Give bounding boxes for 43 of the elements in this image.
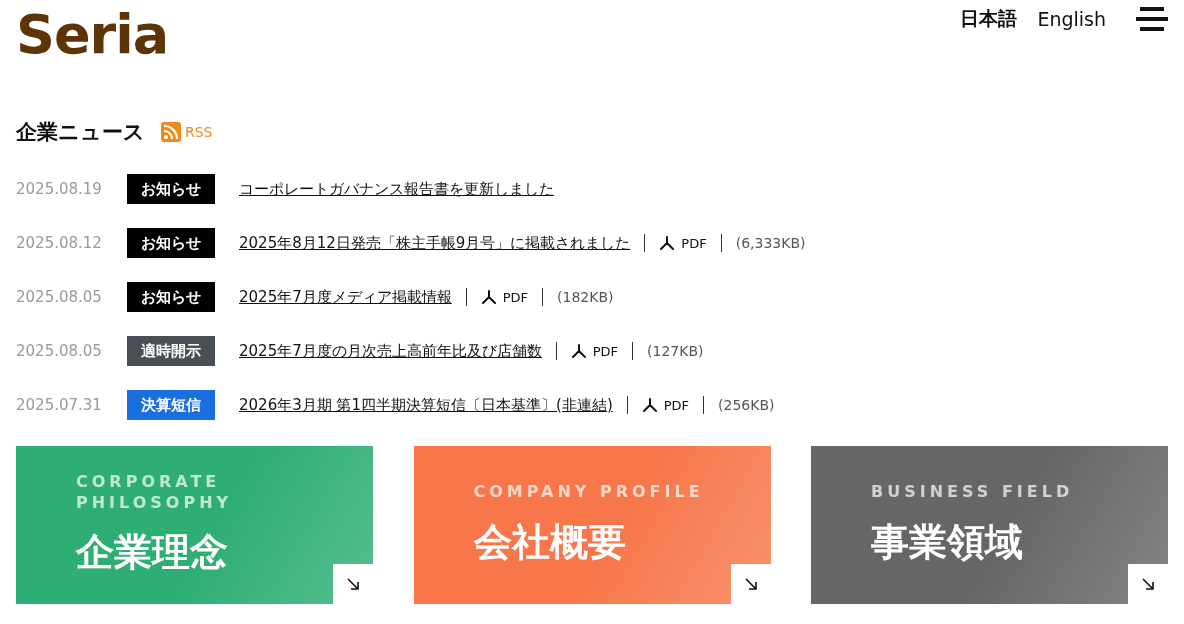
section-card[interactable]: BUSINESS FIELD 事業領域 (811, 446, 1168, 604)
pdf-icon (641, 397, 658, 413)
category-tag: お知らせ (127, 228, 215, 258)
category-tag: 決算短信 (127, 390, 215, 420)
news-link[interactable]: 2026年3月期 第1四半期決算短信〔日本基準〕(非連結) (239, 395, 613, 415)
category-tag: 適時開示 (127, 336, 215, 366)
card-title: 事業領域 (871, 518, 1024, 566)
pdf-link[interactable]: PDF (659, 235, 707, 251)
rss-icon (161, 122, 181, 142)
pdf-icon (480, 289, 497, 305)
card-title: 会社概要 (473, 518, 627, 566)
logo[interactable]: Seria (16, 8, 169, 62)
card-eyebrow: CORPORATE PHILOSOPHY (76, 471, 234, 514)
news-date: 2025.07.31 (16, 396, 103, 414)
file-size: (182KB) (557, 289, 614, 305)
pdf-link[interactable]: PDF (480, 289, 529, 305)
category-tag: お知らせ (127, 174, 215, 204)
category-tag: お知らせ (127, 282, 215, 312)
pdf-link[interactable]: PDF (570, 343, 619, 359)
language-link[interactable]: 日本語 (960, 6, 1018, 32)
news-link[interactable]: 2025年7月度の月次売上高前年比及び店舗数 (239, 341, 542, 361)
file-size: (6,333KB) (735, 235, 806, 251)
news-link[interactable]: コーポレートガバナンス報告書を更新しました (239, 179, 554, 199)
arrow-icon (346, 577, 360, 591)
news-date: 2025.08.05 (16, 342, 103, 360)
card-eyebrow: BUSINESS FIELD (871, 482, 1075, 503)
pdf-link[interactable]: PDF (641, 397, 690, 413)
menu-icon[interactable] (1136, 6, 1168, 32)
news-date: 2025.08.19 (16, 180, 103, 198)
card-eyebrow: COMPANY PROFILE (473, 482, 705, 503)
arrow-icon (1141, 577, 1155, 591)
pdf-icon (659, 235, 676, 251)
file-size: (127KB) (647, 343, 704, 359)
card-title: 企業理念 (76, 529, 229, 577)
news-link[interactable]: 2025年7月度メディア掲載情報 (239, 287, 452, 307)
news-link[interactable]: 2025年8月12日発売「株主手帳9月号」に掲載されました (239, 233, 631, 253)
arrow-icon (743, 577, 758, 591)
file-size: (256KB) (718, 397, 775, 413)
pdf-icon (570, 343, 587, 359)
news-date: 2025.08.05 (16, 288, 103, 306)
news-date: 2025.08.12 (16, 234, 103, 252)
section-title: 企業ニュース (16, 119, 145, 146)
language-link[interactable]: English (1037, 8, 1106, 30)
